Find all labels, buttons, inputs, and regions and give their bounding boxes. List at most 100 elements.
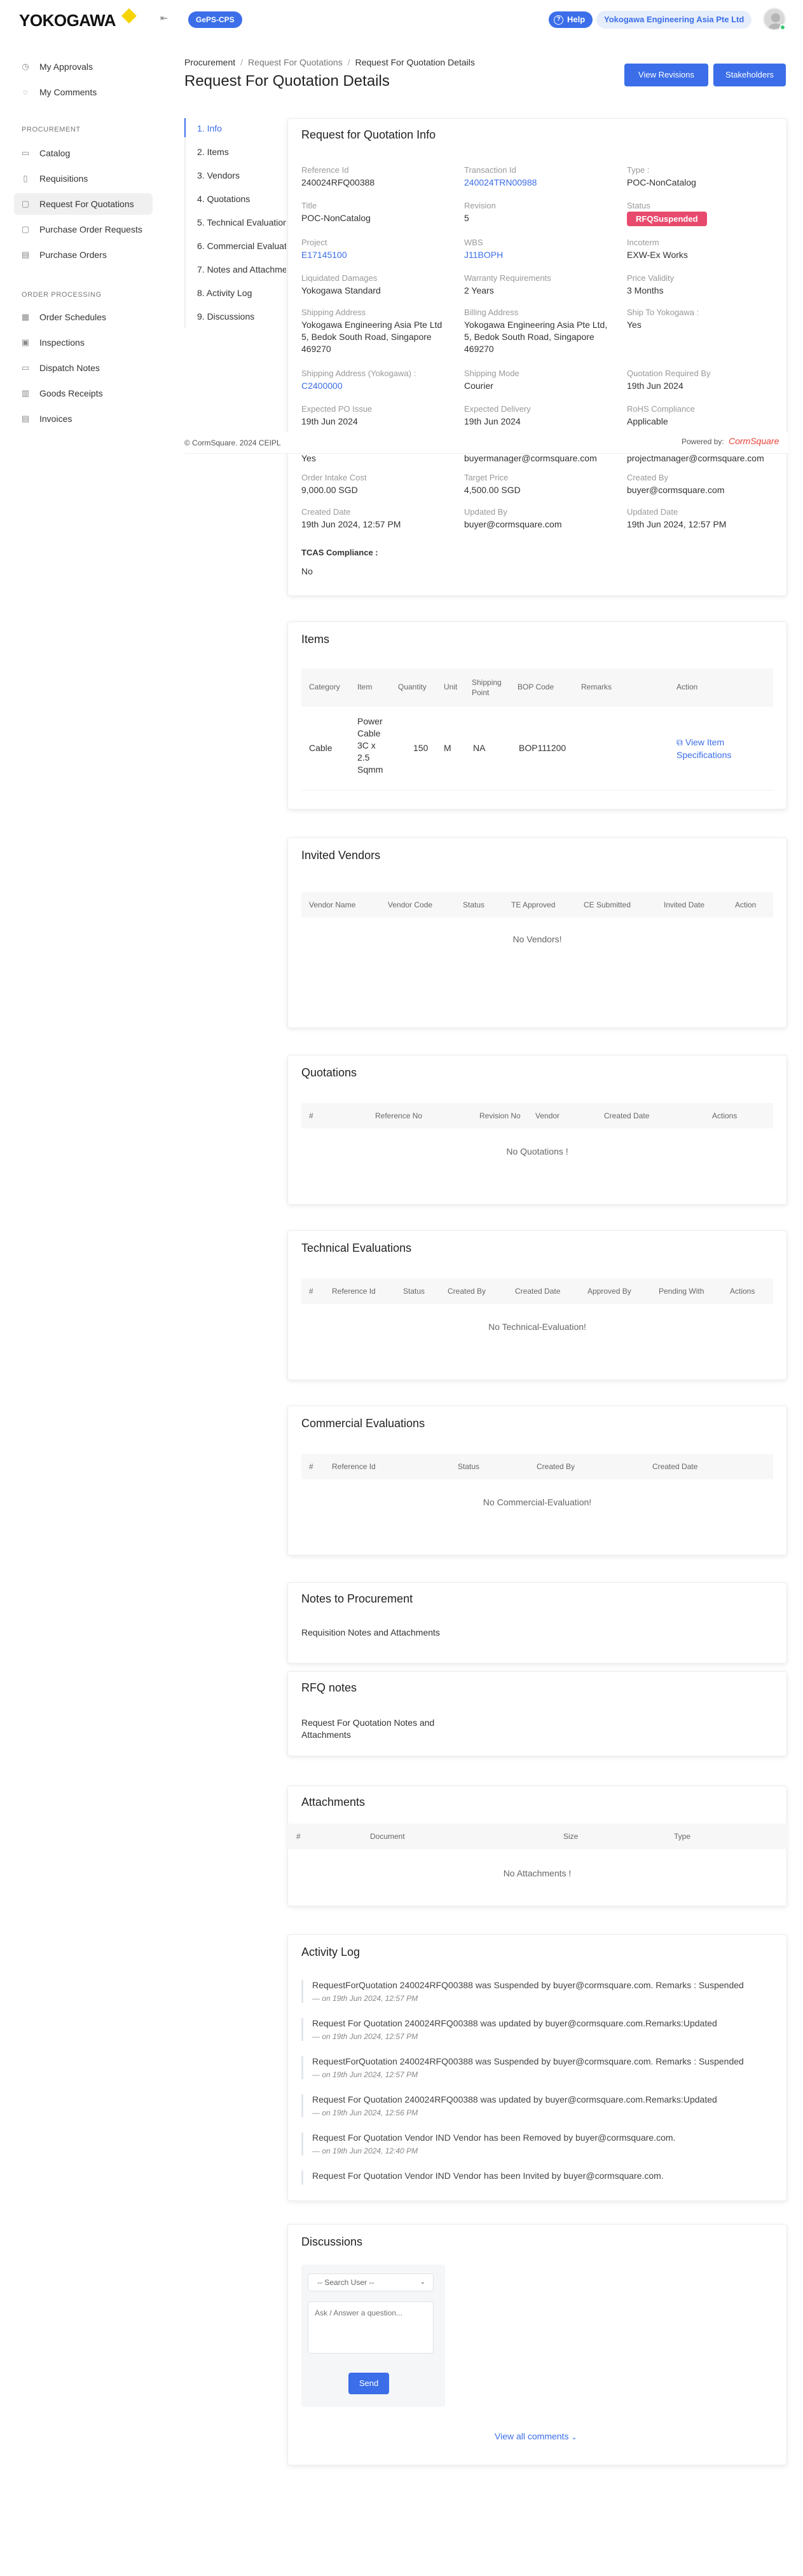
tab-info[interactable]: 1. Info [197,123,286,133]
tab-activity-log[interactable]: 8. Activity Log [197,288,286,298]
field-label: WBS [464,238,483,247]
tab-commercial-evaluations[interactable]: 6. Commercial Evaluations [197,241,286,251]
activity-item: Request For Quotation 240024RFQ00388 was… [301,2094,772,2117]
rfq-info-title: Request for Quotation Info [301,128,436,141]
sidebar-item-requisitions[interactable]: ▯ Requisitions [14,168,153,189]
vendors-title: Invited Vendors [301,849,381,862]
sidebar-item-request-for-quotations[interactable]: ▢ Request For Quotations [14,193,153,215]
activity-item: Request For Quotation 240024RFQ00388 was… [301,2018,772,2041]
inspect-icon: ▣ [21,337,30,347]
field-label: Shipping Address [301,308,366,317]
sidebar-item-label: Inspections [39,337,85,348]
breadcrumb-root[interactable]: Procurement [184,57,235,67]
quotations-title: Quotations [301,1066,357,1079]
yokogawa-logo[interactable]: YOKOGAWA [19,11,116,31]
chevron-down-icon: ⌄ [420,2279,425,2286]
receipt-icon: ▤ [21,250,30,259]
breadcrumb-mid[interactable]: Request For Quotations [248,57,343,67]
sidebar-section-procurement: PROCUREMENT [22,126,81,133]
tab-notes-and-attachments[interactable]: 7. Notes and Attachments [197,264,286,275]
catalog-icon: ▭ [21,148,30,158]
discussion-textarea[interactable] [308,2301,434,2354]
sidebar-item-dispatch-notes[interactable]: ▭ Dispatch Notes [14,357,153,379]
field-value: buyer@cormsquare.com [464,519,562,529]
quotations-table-header: # Reference No Revision No Vendor Create… [301,1103,773,1129]
field-value: 240024RFQ00388 [301,177,375,187]
project-link[interactable]: E17145100 [301,249,347,261]
view-item-specifications-link[interactable]: ⧉ View Item Specifications [676,736,746,761]
external-link-icon: ⧉ [676,737,683,747]
technical-table-header: # Reference Id Status Created By Created… [301,1278,773,1304]
activity-date: — on 19th Jun 2024, 12:56 PM [312,2108,418,2117]
column-header: Status [458,1462,480,1471]
sidebar-item-order-schedules[interactable]: ▦ Order Schedules [14,306,153,328]
sidebar-item-inspections[interactable]: ▣ Inspections [14,332,153,353]
items-table-header: Category Item Quantity Unit Shipping Poi… [301,668,773,707]
sidebar-item-my-approvals[interactable]: ◷ My Approvals [14,56,153,78]
sidebar-item-label: Purchase Orders [39,250,107,260]
company-selector[interactable]: Yokogawa Engineering Asia Pte Ltd [596,11,752,29]
collapse-sidebar-icon[interactable]: ⇤ [160,13,168,24]
field-label: Liquidated Damages [301,273,378,283]
transaction-id-link[interactable]: 240024TRN00988 [464,177,537,189]
document-icon: ▢ [21,224,30,234]
quotations-card [287,1055,787,1205]
clock-icon: ◷ [22,62,29,71]
field-label: Expected PO Issue [301,404,373,414]
tab-vendors[interactable]: 3. Vendors [197,170,286,180]
sidebar-item-my-comments[interactable]: ◌ My Comments [14,81,153,103]
activity-date: — on 19th Jun 2024, 12:57 PM [312,2070,418,2079]
commercial-table-header: # Reference Id Status Created By Created… [301,1454,773,1479]
wbs-link[interactable]: J11BOPH [464,249,503,261]
activity-item: Request For Quotation Vendor IND Vendor … [301,2171,772,2185]
tab-items[interactable]: 2. Items [197,147,286,157]
sidebar-item-purchase-order-requests[interactable]: ▢ Purchase Order Requests [14,219,153,240]
view-revisions-button[interactable]: View Revisions [624,64,708,86]
field-label: Ship To Yokogawa : [627,308,699,317]
field-value: buyer@cormsquare.com [627,485,725,495]
field-value: 2 Years [464,285,494,295]
help-label: Help [567,15,586,24]
sidebar-item-purchase-orders[interactable]: ▤ Purchase Orders [14,244,153,266]
rfq-notes-link[interactable]: Request For Quotation Notes and Attachme… [301,1717,448,1741]
cormsquare-logo[interactable]: CormSquare [729,436,779,446]
sidebar-item-catalog[interactable]: ▭ Catalog [14,142,153,164]
search-user-placeholder: -- Search User -- [317,2278,374,2287]
activity-log-scroll[interactable]: RequestForQuotation 240024RFQ00388 was S… [301,1974,773,2191]
tab-quotations[interactable]: 4. Quotations [197,194,286,204]
search-user-select[interactable]: -- Search User -- ⌄ [308,2274,434,2291]
app-badge[interactable]: GePS-CPS [188,11,242,28]
send-button[interactable]: Send [348,2373,389,2394]
activity-text: RequestForQuotation 240024RFQ00388 was S… [312,1980,744,1990]
activity-date: — on 19th Jun 2024, 12:57 PM [312,1994,418,2003]
sidebar-section-order-processing: ORDER PROCESSING [22,291,102,299]
tab-technical-evaluations[interactable]: 5. Technical Evaluations [197,217,286,227]
field-value: 4,500.00 SGD [464,485,521,495]
view-all-comments-link[interactable]: View all comments ⌄ [495,2431,577,2441]
field-label: RoHS Compliance [627,404,695,414]
activity-text: Request For Quotation 240024RFQ00388 was… [312,2094,717,2105]
tab-nav-active-indicator [184,118,186,137]
tab-discussions[interactable]: 9. Discussions [197,311,286,322]
document-icon: ▢ [21,199,30,208]
sidebar-item-invoices[interactable]: ▤ Invoices [14,408,153,430]
requisition-notes-link[interactable]: Requisition Notes and Attachments [301,1627,440,1639]
column-header: Action [735,900,757,909]
shipping-address-link[interactable]: C2400000 [301,380,343,392]
sidebar-item-goods-receipts[interactable]: ▥ Goods Receipts [14,383,153,404]
help-button[interactable]: ? Help [549,11,593,28]
column-header: Unit [444,682,458,691]
field-value: Yokogawa Engineering Asia Pte Ltd 5, Bed… [301,320,443,354]
field-value: projectmanager@cormsquare.com [627,453,764,463]
item-name: Power Cable 3C x 2.5 Sqmm [357,716,383,775]
activity-item: Request For Quotation Vendor IND Vendor … [301,2132,772,2155]
field-value: 3 Months [627,285,664,295]
notes-procurement-title: Notes to Procurement [301,1592,413,1605]
item-category: Cable [309,743,333,753]
stakeholders-button[interactable]: Stakeholders [713,64,786,86]
field-value: Yes [627,320,642,330]
field-value: POC-NonCatalog [627,177,696,187]
field-value: Yokogawa Engineering Asia Pte Ltd, 5, Be… [464,320,608,354]
field-value: 9,000.00 SGD [301,485,358,495]
field-value: 5 [464,213,469,223]
